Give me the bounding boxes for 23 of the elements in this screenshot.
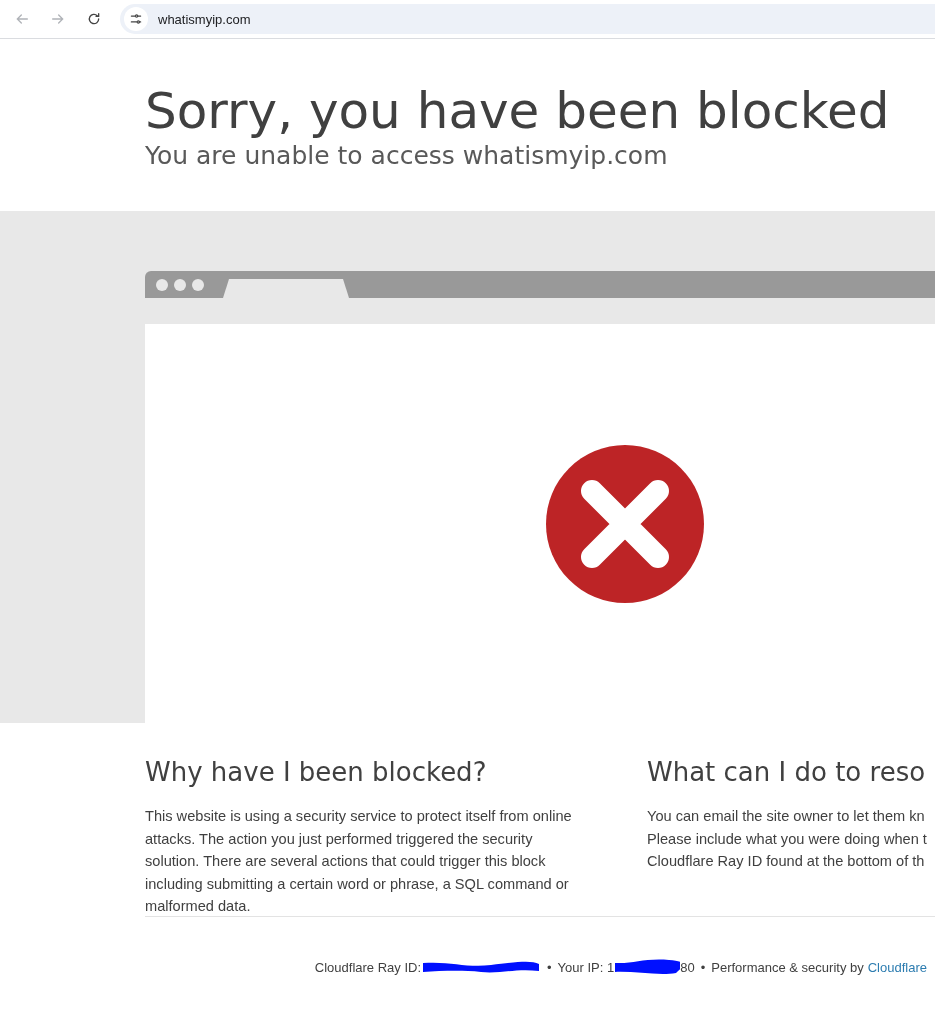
error-x-icon xyxy=(546,444,704,603)
section-heading: Why have I been blocked? xyxy=(145,757,488,787)
section-paragraph: This website is using a security service to protect itself from online attacks. The action you just performed triggered the security solution. There are several actions that could trigger this block including submitting a certain word or phrase, a SQL command or malformed data. xyxy=(145,807,573,916)
reload-icon xyxy=(86,11,102,27)
performance-text: Performance & security by xyxy=(711,959,864,975)
ip-fragment: 1 xyxy=(607,959,615,975)
section-heading: What can I do to reso xyxy=(647,757,927,787)
back-arrow-icon xyxy=(14,11,30,27)
address-bar[interactable]: whatismyip.com xyxy=(120,4,935,34)
url-text: whatismyip.com xyxy=(158,11,251,27)
cloudflare-link[interactable]: Cloudflare xyxy=(867,959,927,975)
page-title: Sorry, you have been blocked xyxy=(145,80,891,141)
ray-id-label: Cloudflare Ray ID: xyxy=(314,959,422,975)
site-info-button[interactable] xyxy=(124,7,148,31)
ip-label: Your IP: xyxy=(557,959,605,975)
tune-icon xyxy=(129,12,143,26)
redaction-mark xyxy=(614,958,681,976)
forward-arrow-icon xyxy=(50,11,66,27)
section-paragraph: You can email the site owner to let them kn Please include what you were doing when t Cloudflare Ray ID found at the bottom of th xyxy=(647,807,928,871)
separator-dot: • xyxy=(547,959,552,975)
separator-dot: • xyxy=(700,959,706,975)
ip-fragment: 80 xyxy=(680,959,695,975)
page-subtitle: You are unable to access whatismyip.com xyxy=(145,140,669,170)
